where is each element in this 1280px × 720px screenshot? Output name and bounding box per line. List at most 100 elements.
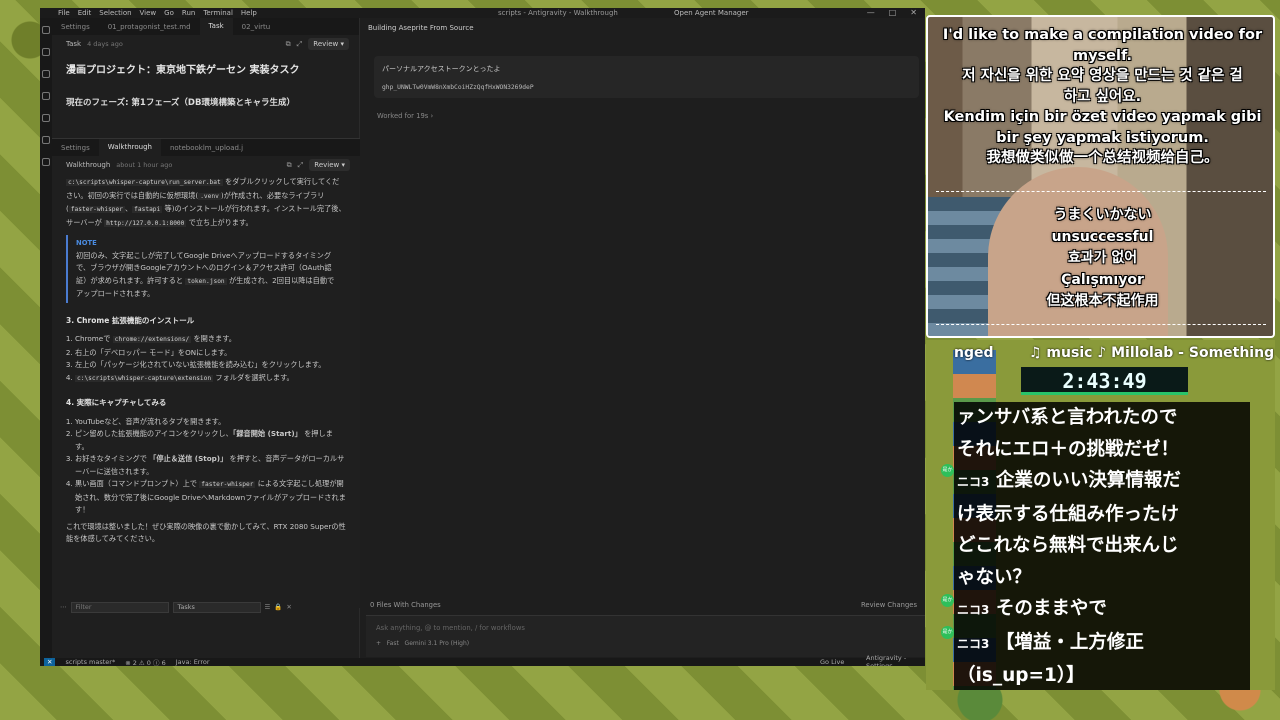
copy-icon[interactable]: ⧉ <box>286 40 291 49</box>
problems-indicator[interactable]: ⊗ 2 ⚠ 0 ⓘ 6 <box>125 657 166 666</box>
chat-line: （is_up=1）】 <box>957 665 1085 686</box>
review-button[interactable]: Review ▾ <box>309 159 350 171</box>
chat-badge: 是か <box>941 626 954 639</box>
task-title: 漫画プロジェクト：東京地下鉄ゲーセン 実装タスク <box>66 65 300 76</box>
bold-text: 「停止＆送信 (Stop)」 <box>149 454 228 463</box>
list-item: お好きなタイミングで 「停止＆送信 (Stop)」 を押すと、音声データがローカ… <box>75 453 346 478</box>
java-status[interactable]: Java: Error <box>176 658 210 666</box>
code-snippet: chrome://extensions/ <box>112 336 192 343</box>
text: で立ち上がります。 <box>186 217 253 227</box>
chat-messages: ァンサバ系と言われたので それにエロ＋の挑戦だゼ！ ニコ3 企業のいい決算情報だ… <box>954 402 1250 690</box>
menu-go[interactable]: Go <box>164 9 174 17</box>
open-icon[interactable]: ⤢ <box>297 40 303 49</box>
tab-walkthrough[interactable]: Walkthrough <box>98 139 161 156</box>
chat-line: ゃない？ <box>957 566 1032 588</box>
open-icon[interactable]: ⤢ <box>298 161 304 170</box>
model-select[interactable]: Gemini 3.1 Pro (High) <box>405 640 470 647</box>
worked-text: Worked for 19s <box>377 112 429 120</box>
tab-virtu[interactable]: 02_virtu <box>233 23 280 31</box>
chat-username: ニコ3 <box>957 475 990 489</box>
steps-list: Chromeで chrome://extensions/ を開きます。 右上の「… <box>66 333 346 385</box>
webcam-overlay: I'd like to make a compilation video for… <box>926 15 1275 338</box>
caption-line: Çalışmıyor <box>1061 271 1144 288</box>
code-snippet: .venv <box>198 192 221 200</box>
task-label: Task <box>66 40 82 48</box>
chat-text: 企業のいい決算情報だ <box>995 470 1181 491</box>
agent-panel: Building Aseprite From Source パーソナルアクセスト… <box>360 18 925 658</box>
list-item: 右上の「デベロッパー モード」をONにします。 <box>75 347 346 360</box>
list-item: 黒い画面（コマンドプロンプト）上で faster-whisper による文字起こ… <box>75 478 346 517</box>
note-title: NOTE <box>76 239 97 247</box>
menu-terminal[interactable]: Terminal <box>203 9 233 17</box>
review-button[interactable]: Review ▾ <box>308 38 349 50</box>
settings-status[interactable]: Antigravity - Settings <box>866 654 925 666</box>
walkthrough-time: about 1 hour ago <box>116 161 173 169</box>
section-heading: 3. Chrome 拡張機能のインストール <box>66 315 195 325</box>
bold-text: 「録音開始 (Start)」 <box>232 429 302 438</box>
settings-icon[interactable] <box>42 158 50 166</box>
remote-indicator[interactable]: ✕ <box>44 658 56 666</box>
caption-line: myself. <box>1072 47 1133 64</box>
caption-line: 但这根本不起作用 <box>1046 293 1159 309</box>
branch-indicator[interactable]: scripts master* <box>65 658 115 666</box>
files-changed[interactable]: 0 Files With Changes <box>370 601 441 609</box>
caption-line: bir şey yapmak istiyorum. <box>996 129 1209 146</box>
source-control-icon[interactable] <box>42 70 50 78</box>
menu-file[interactable]: File <box>58 9 70 17</box>
tab-settings-2[interactable]: Settings <box>52 144 99 152</box>
run-debug-icon[interactable] <box>42 92 50 100</box>
copy-icon[interactable]: ⧉ <box>287 161 292 170</box>
text: お好きなタイミングで <box>75 454 150 463</box>
tab-task[interactable]: Task <box>199 18 233 35</box>
review-changes-button[interactable]: Review Changes <box>861 601 917 609</box>
more-icon[interactable]: ⋯ <box>60 603 67 611</box>
remote-icon[interactable] <box>42 136 50 144</box>
minimize-icon[interactable]: — <box>867 8 875 17</box>
extensions-icon[interactable] <box>42 114 50 122</box>
menu-edit[interactable]: Edit <box>78 9 92 17</box>
list-icon[interactable]: ☰ <box>265 603 271 611</box>
files-bar: 0 Files With Changes Review Changes <box>370 601 925 609</box>
tab-notebooklm[interactable]: notebooklm_upload.j <box>161 144 252 152</box>
search-icon[interactable] <box>42 48 50 56</box>
scrolling-text: nged <box>954 345 994 361</box>
tasks-select[interactable]: Tasks <box>172 601 261 613</box>
chat-input[interactable]: Ask anything, @ to mention, / for workfl… <box>366 615 925 657</box>
chat-badge: 是か <box>941 594 954 607</box>
close-icon[interactable]: ✕ <box>910 8 917 17</box>
caption-line: Kendim için bir özet video yapmak gibi <box>943 109 1262 125</box>
code-snippet: http://127.0.0.1:8000 <box>104 219 187 227</box>
menu-selection[interactable]: Selection <box>99 9 131 17</box>
caption-line: 저 자신을 위한 요약 영상을 만드는 것 같은 걸 <box>962 68 1243 84</box>
menu-run[interactable]: Run <box>182 9 195 17</box>
caption-line: うまくいかない <box>1053 207 1152 223</box>
filter-input[interactable]: Filter <box>70 601 169 613</box>
menu-view[interactable]: View <box>140 9 157 17</box>
chat-text: そのままやで <box>995 598 1107 619</box>
chat-input-placeholder: Ask anything, @ to mention, / for workfl… <box>376 624 525 632</box>
activity-bar <box>40 18 52 658</box>
walkthrough-label: Walkthrough <box>66 161 111 169</box>
tab-settings[interactable]: Settings <box>52 23 99 31</box>
menu-help[interactable]: Help <box>241 9 257 17</box>
open-agent-manager-button[interactable]: Open Agent Manager <box>674 9 749 17</box>
code-snippet: faster-whisper <box>68 206 125 213</box>
text: フォルダを選択します。 <box>213 372 294 382</box>
filter-bar: ⋯ Filter Tasks ☰ 🔒 ✕ <box>52 600 360 614</box>
caption-line: I'd like to make a compilation video for <box>942 27 1263 43</box>
caption-line: 我想做类似做一个总结视频给自己。 <box>986 150 1219 166</box>
ide-window: File Edit Selection View Go Run Terminal… <box>40 8 925 666</box>
worked-indicator[interactable]: Worked for 19s › <box>377 112 433 120</box>
lock-icon[interactable]: 🔒 <box>274 603 282 611</box>
maximize-icon[interactable]: □ <box>889 8 897 17</box>
walkthrough-document: c:\scripts\whisper-capture\run_server.ba… <box>52 174 360 548</box>
chat-line: け表示する仕組み作ったけ <box>957 503 1180 525</box>
explorer-icon[interactable] <box>42 26 50 34</box>
tab-protagonist[interactable]: 01_protagonist_test.md <box>99 23 200 31</box>
close-panel-icon[interactable]: ✕ <box>286 603 291 611</box>
user-message: パーソナルアクセストークンとったよ ghp_UNWLTw0VmW8nXmbCoi… <box>374 56 919 98</box>
chat-username: ニコ3 <box>957 603 990 617</box>
now-playing: ♫ music ♪ Millolab - Something <box>1029 345 1275 361</box>
mode-select[interactable]: Fast <box>387 640 399 647</box>
go-live-button[interactable]: Go Live <box>820 658 844 666</box>
